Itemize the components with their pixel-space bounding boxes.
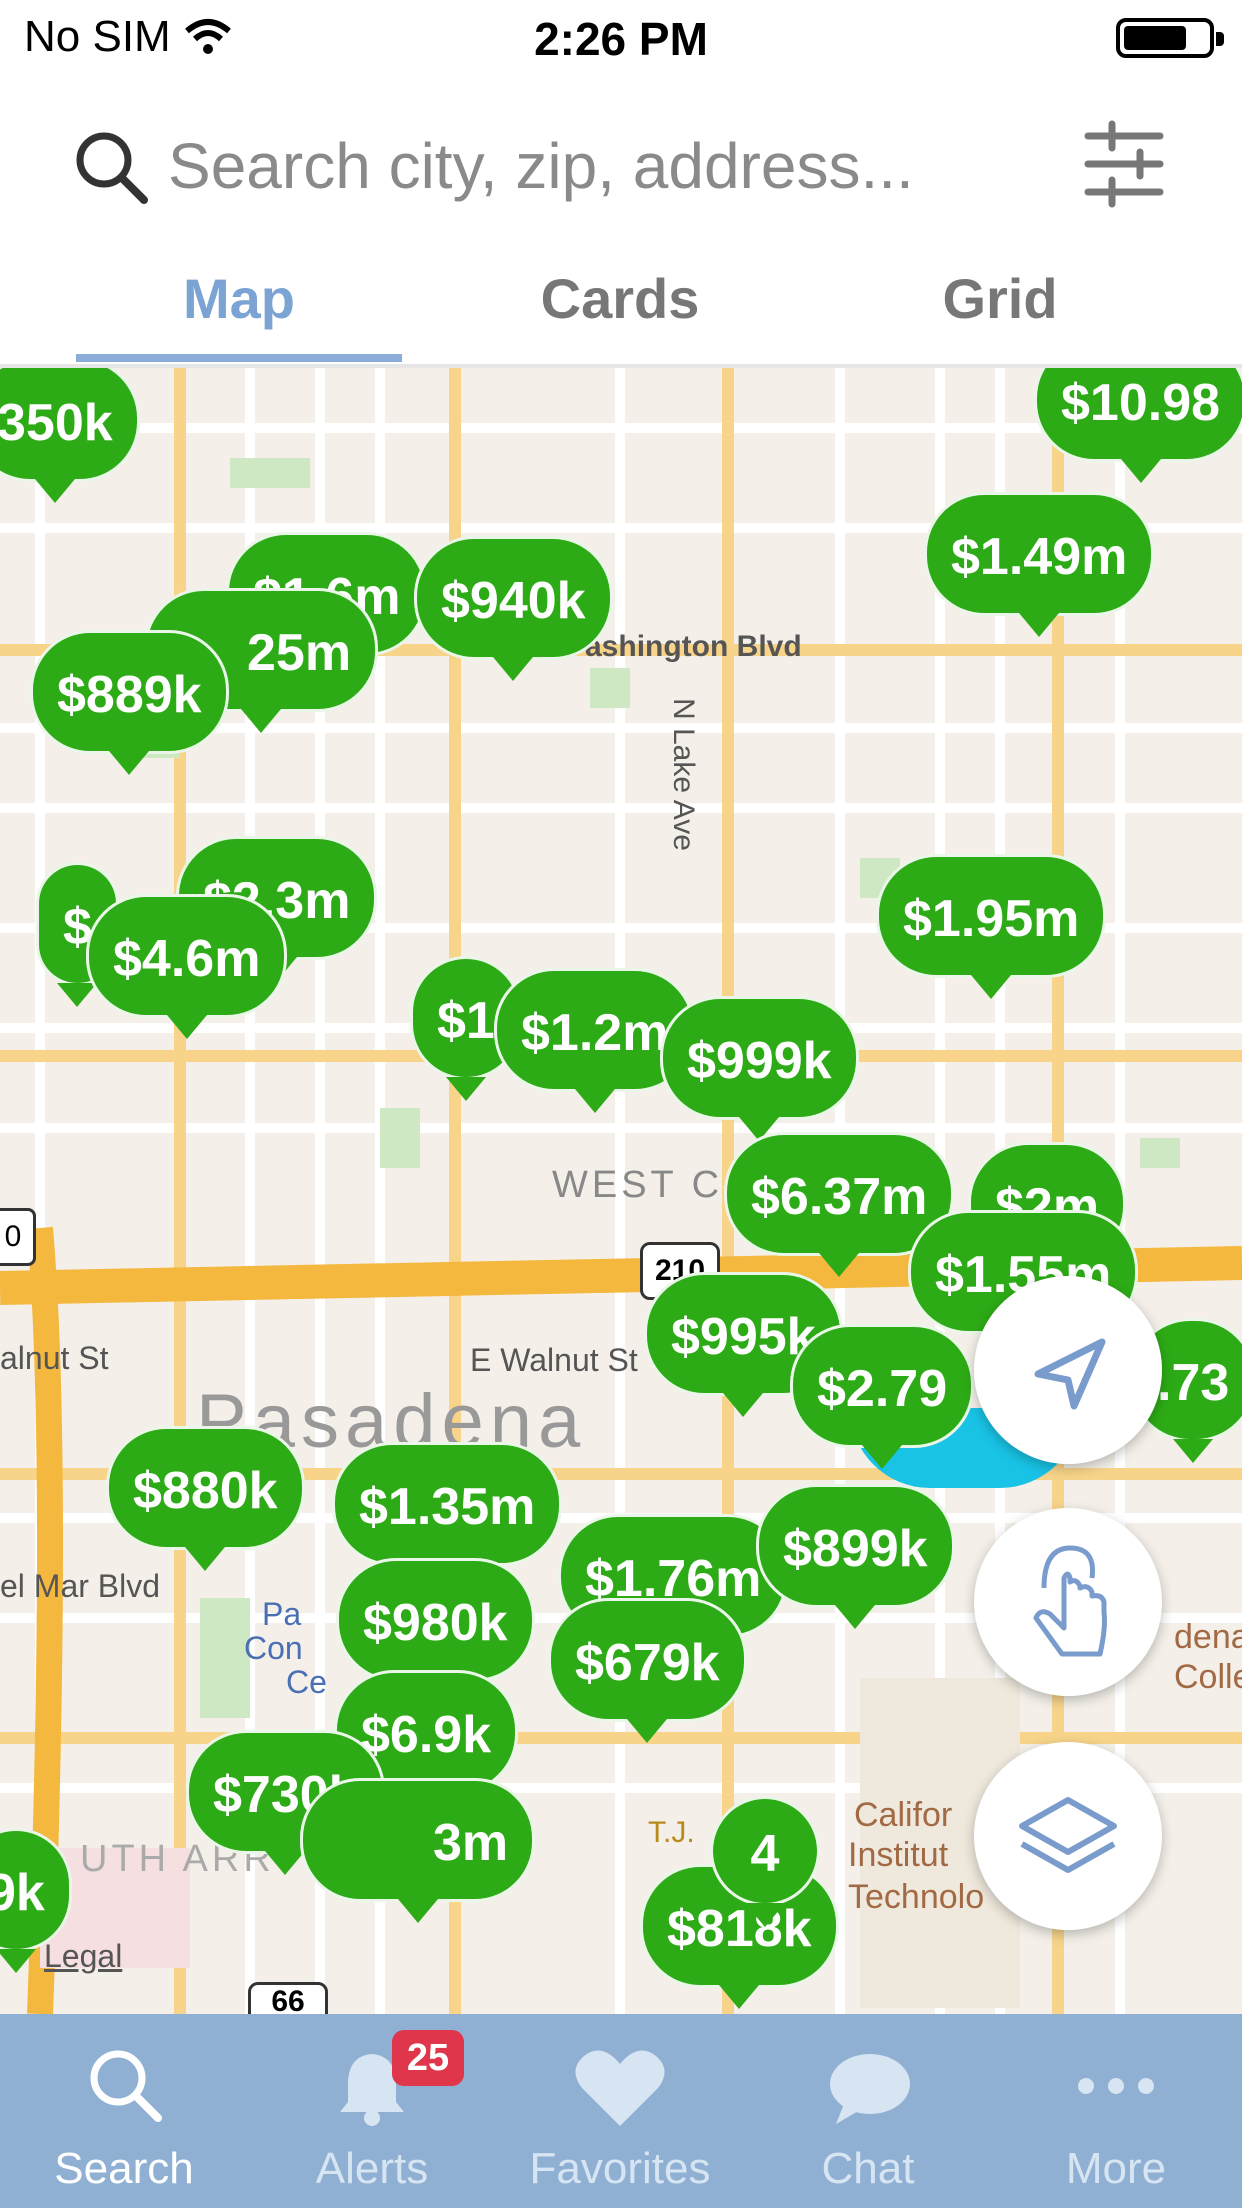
poi-label: Con — [244, 1630, 303, 1666]
price-pin[interactable]: $999k — [660, 996, 859, 1141]
view-tabs: Map Cards Grid — [0, 248, 1242, 368]
price-pin[interactable]: $1.49m — [924, 492, 1155, 637]
tabbar-label: Alerts — [315, 2144, 429, 2193]
route-shield: 0 — [0, 1208, 36, 1266]
poi-label: dena — [1174, 1618, 1242, 1656]
poi-label: Institut — [848, 1836, 949, 1874]
street-label: ashington Blvd — [585, 630, 802, 663]
tabbar-item-search[interactable]: Search — [0, 2014, 248, 2208]
map-view[interactable]: ashington Blvd N Lake Ave E Walnut St al… — [0, 368, 1242, 2014]
poi-label: Califor — [854, 1796, 953, 1834]
hand-tap-icon — [1033, 1545, 1107, 1657]
poi-label: T.J. — [648, 1816, 695, 1849]
price-pin[interactable]: $1.35m — [332, 1442, 563, 1587]
layers-icon — [1019, 1797, 1117, 1873]
draw-search-button[interactable] — [974, 1508, 1162, 1696]
legal-link[interactable]: Legal — [44, 1938, 122, 1975]
poi-label: Colleg — [1174, 1658, 1242, 1696]
street-label: el Mar Blvd — [0, 1568, 161, 1604]
price-pin[interactable]: $889k — [30, 630, 229, 775]
alerts-badge: 25 — [392, 2030, 464, 2086]
price-pin[interactable]: $679k — [548, 1598, 747, 1743]
price-pin[interactable]: $1.95m — [876, 854, 1107, 999]
battery-icon — [1116, 18, 1224, 58]
tabbar-label: More — [1065, 2144, 1167, 2193]
price-pin[interactable]: $4.6m — [86, 894, 288, 1039]
search-bar — [0, 80, 1242, 248]
location-arrow-icon — [1034, 1338, 1106, 1410]
filter-sliders-icon[interactable] — [1082, 120, 1166, 208]
tabbar-label: Chat — [821, 2144, 915, 2193]
price-pin[interactable]: 350k — [0, 368, 140, 503]
price-pin[interactable]: $10.98 — [1034, 368, 1242, 483]
chat-icon — [830, 2054, 910, 2124]
active-tab-indicator — [76, 354, 402, 362]
route-shield: 66 — [248, 1982, 328, 2014]
poi-label: Technolo — [848, 1878, 985, 1916]
search-input[interactable] — [168, 126, 1048, 206]
price-pin[interactable]: $880k — [106, 1426, 305, 1571]
tabbar-item-chat[interactable]: Chat — [744, 2014, 992, 2208]
tab-cards[interactable]: Cards — [490, 266, 750, 331]
street-label: alnut St — [0, 1340, 109, 1376]
more-icon — [1078, 2078, 1154, 2094]
tabbar-label: Favorites — [529, 2144, 711, 2193]
tabbar-item-favorites[interactable]: Favorites — [496, 2014, 744, 2208]
price-pin[interactable]: $2.79 — [790, 1324, 975, 1469]
poi-label: Pa — [262, 1596, 302, 1632]
area-label: WEST C — [552, 1164, 724, 1206]
poi-label: Ce — [286, 1664, 327, 1700]
cluster-pin[interactable]: 4 — [710, 1796, 820, 1927]
search-icon — [90, 2050, 162, 2122]
clock: 2:26 PM — [534, 13, 708, 65]
price-pin[interactable]: $940k — [414, 536, 613, 681]
map-layers-button[interactable] — [974, 1742, 1162, 1930]
locate-me-button[interactable] — [974, 1276, 1162, 1464]
heart-icon — [575, 2050, 665, 2126]
search-icon — [76, 132, 148, 204]
status-bar: No SIM 2:26 PM — [0, 0, 1242, 80]
price-pin[interactable]: 3m — [300, 1778, 536, 1923]
tabbar-item-more[interactable]: More — [992, 2014, 1240, 2208]
tabbar-label: Search — [54, 2144, 194, 2193]
price-pin[interactable]: $899k — [756, 1484, 955, 1629]
bottom-tab-bar: Search Alerts Favorites Chat More — [0, 2014, 1242, 2208]
tab-grid[interactable]: Grid — [880, 266, 1120, 331]
tab-map[interactable]: Map — [76, 266, 402, 331]
street-label: N Lake Ave — [667, 698, 700, 851]
street-label: E Walnut St — [470, 1342, 638, 1378]
price-pin[interactable]: $980k — [336, 1558, 535, 1703]
